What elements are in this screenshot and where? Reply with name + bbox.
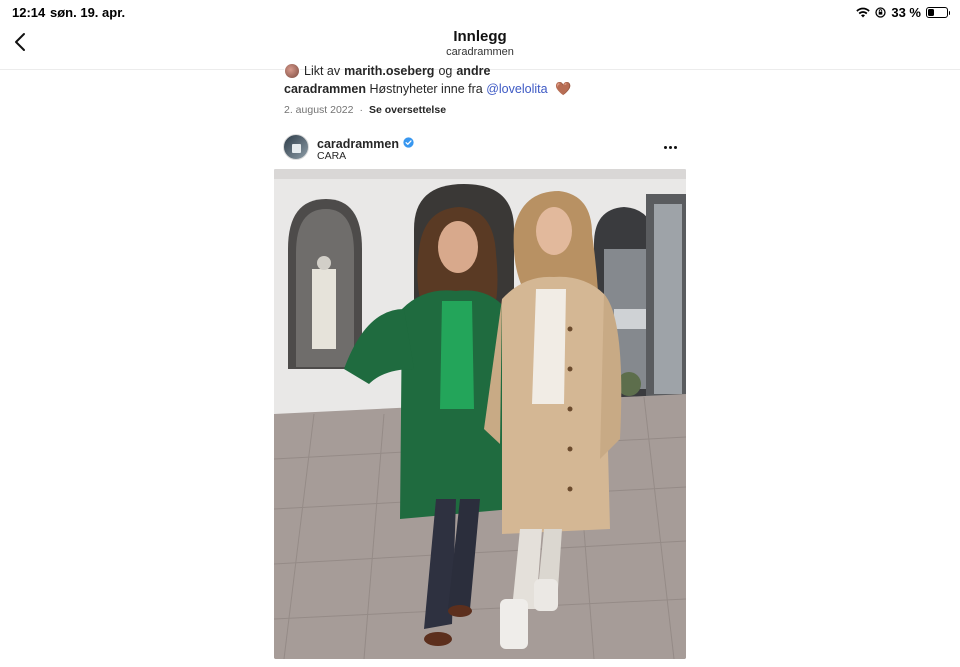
post-date: 2. august 2022	[284, 104, 354, 116]
post-meta: 2. august 2022 · Se oversettelse	[284, 104, 704, 116]
photo-two-women-coats	[274, 169, 686, 659]
liked-user[interactable]: marith.oseberg	[344, 64, 434, 78]
post-location[interactable]: CARA	[317, 150, 346, 162]
verified-badge-icon	[403, 135, 414, 153]
battery-icon	[926, 7, 950, 18]
caption-username[interactable]: caradrammen	[284, 82, 366, 96]
see-translation-button[interactable]: Se oversettelse	[369, 104, 446, 116]
more-horizontal-icon	[663, 145, 677, 149]
liked-prefix: Likt av	[304, 64, 341, 78]
liker-avatar	[284, 63, 300, 79]
meta-separator: ·	[359, 104, 363, 116]
page-title: Innlegg	[453, 28, 507, 45]
battery-percent: 33 %	[891, 5, 921, 20]
post-header: caradrammen CARA	[283, 134, 693, 164]
more-options-button[interactable]	[659, 138, 681, 156]
avatar[interactable]	[283, 134, 309, 160]
status-bar: 12:14 søn. 19. apr. 33 %	[0, 0, 960, 26]
brown-heart-emoji: 🤎	[555, 81, 572, 96]
previous-post-footer: Likt av marith.oseberg og andre caradram…	[284, 62, 704, 116]
status-right-group: 33 %	[856, 5, 950, 20]
page-subtitle[interactable]: caradrammen	[0, 46, 960, 58]
caption: caradrammen Høstnyheter inne fra @lovelo…	[284, 80, 704, 98]
rotation-lock-icon	[875, 7, 887, 18]
post-username[interactable]: caradrammen	[317, 137, 399, 151]
status-date: søn. 19. apr.	[50, 5, 126, 20]
battery-level-fill	[928, 9, 934, 16]
liked-by-row[interactable]: Likt av marith.oseberg og andre	[284, 62, 704, 80]
liked-joiner: og	[438, 64, 453, 78]
caption-text: Høstnyheter inne fra	[369, 82, 483, 96]
post-photo[interactable]	[274, 169, 686, 659]
caption-mention[interactable]: @lovelolita	[486, 82, 547, 96]
status-time: 12:14	[12, 5, 46, 20]
liked-others[interactable]: andre	[456, 64, 490, 78]
wifi-icon	[856, 7, 871, 18]
